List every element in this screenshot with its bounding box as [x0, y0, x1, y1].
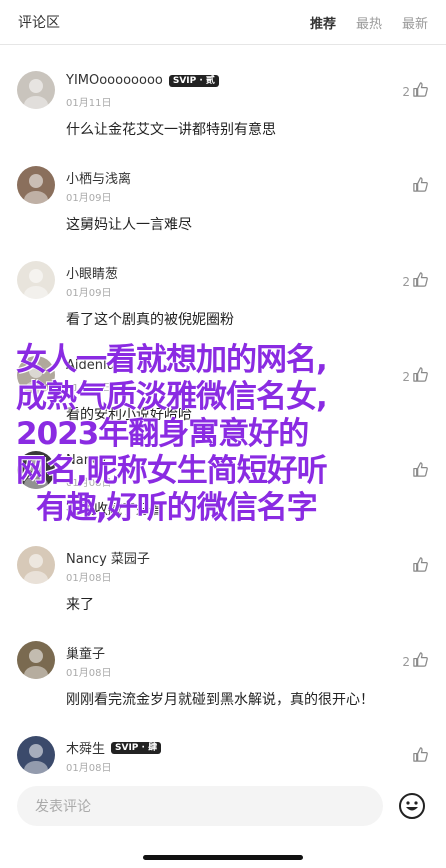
comment-item[interactable]: 小眼睛葱 01月09日看了这个剧真的被倪妮圈粉 2 [0, 235, 446, 330]
watermark-overlay-text: 女人一看就想加的网名, 成熟气质淡雅微信名女, 2023年翻身寓意好的 网名,昵… [16, 342, 426, 527]
thumbs-up-icon [412, 556, 429, 577]
smiley-icon[interactable] [398, 792, 426, 820]
username-label: 木舜生 [66, 742, 106, 757]
like-button[interactable]: 2 [402, 651, 429, 672]
like-count: 2 [402, 654, 410, 669]
comment-text: 来了 [66, 597, 94, 613]
overlay-line: 2023年翻身寓意好的 [16, 416, 309, 452]
sort-tabs: 推荐 最热 最新 [310, 13, 428, 32]
comment-text: 看了这个剧真的被倪妮圈粉 [66, 312, 234, 328]
comment-input-placeholder: 发表评论 [35, 799, 91, 815]
comment-date: 01月11日 [66, 98, 112, 109]
avatar[interactable] [17, 71, 55, 109]
avatar[interactable] [17, 546, 55, 584]
comment-item[interactable]: Nancy 菜园子 01月08日来了 [0, 520, 446, 615]
avatar[interactable] [17, 166, 55, 204]
comment-date: 01月08日 [66, 763, 112, 774]
avatar[interactable] [17, 261, 55, 299]
comment-date: 01月08日 [66, 573, 112, 584]
overlay-line: 网名,昵称女生简短好听 [16, 453, 328, 489]
username-label: 小眼睛葱 [66, 267, 119, 282]
tab-recommended[interactable]: 推荐 [310, 13, 336, 32]
avatar[interactable] [17, 641, 55, 679]
username[interactable]: Nancy 菜园子 [66, 548, 150, 567]
like-button[interactable] [410, 746, 429, 767]
username[interactable]: 巢童子 [66, 643, 105, 662]
like-button[interactable] [410, 556, 429, 577]
home-indicator [143, 855, 303, 860]
comment-date: 01月08日 [66, 668, 112, 679]
page-title: 评论区 [18, 15, 60, 31]
tab-hottest[interactable]: 最热 [356, 13, 382, 32]
comment-date: 01月09日 [66, 193, 112, 204]
comment-item[interactable]: YIMOoooooooo SVIP · 贰 01月11日什么让金花艾文一讲都特别有意… [0, 45, 446, 140]
comment-text: 什么让金花艾文一讲都特别有意思 [66, 122, 276, 138]
bottom-bar: 发表评论 [0, 780, 446, 868]
like-count: 2 [402, 84, 410, 99]
overlay-line: 女人一看就想加的网名, [16, 342, 328, 378]
username-label: 小栖与浅离 [66, 172, 132, 187]
vip-badge: SVIP · 肆 [111, 741, 162, 754]
vip-badge: SVIP · 贰 [168, 74, 219, 87]
comment-item[interactable]: 木舜生 SVIP · 肆 01月08日 [0, 710, 446, 780]
thumbs-up-icon [412, 176, 429, 197]
thumbs-up-icon [412, 651, 429, 672]
username[interactable]: 小栖与浅离 [66, 168, 131, 187]
avatar[interactable] [17, 736, 55, 774]
comment-text: 刚刚看完流金岁月就碰到黑水解说，真的很开心！ [66, 692, 374, 708]
username[interactable]: 木舜生 SVIP · 肆 [66, 738, 162, 757]
thumbs-up-icon [412, 746, 429, 767]
comment-input[interactable]: 发表评论 [17, 786, 383, 826]
username[interactable]: 小眼睛葱 [66, 263, 118, 282]
overlay-line: 成熟气质淡雅微信名女, [16, 379, 328, 415]
username-label: YIMOoooooooo [66, 73, 163, 88]
comment-item[interactable]: 小栖与浅离 01月09日这舅妈让人一言难尽 [0, 140, 446, 235]
tab-newest[interactable]: 最新 [402, 13, 428, 32]
comment-text: 这舅妈让人一言难尽 [66, 217, 192, 233]
thumbs-up-icon [412, 81, 429, 102]
username-label: Nancy 菜园子 [66, 552, 150, 567]
like-button[interactable]: 2 [402, 81, 429, 102]
like-button[interactable]: 2 [402, 271, 429, 292]
username[interactable]: YIMOoooooooo SVIP · 贰 [66, 73, 219, 88]
comment-date: 01月09日 [66, 288, 112, 299]
header: 评论区 推荐 最热 最新 [0, 0, 446, 44]
like-count: 2 [402, 274, 410, 289]
thumbs-up-icon [412, 271, 429, 292]
username-label: 巢童子 [66, 647, 106, 662]
like-button[interactable] [410, 176, 429, 197]
comment-item[interactable]: 巢童子 01月08日刚刚看完流金岁月就碰到黑水解说，真的很开心！ 2 [0, 615, 446, 710]
overlay-line: 有趣,好听的微信名字 [36, 490, 318, 526]
